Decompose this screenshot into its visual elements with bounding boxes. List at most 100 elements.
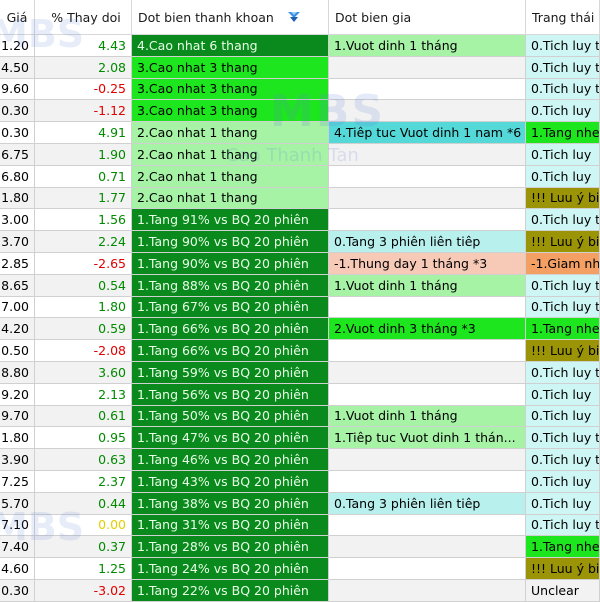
cell-change[interactable]: 1.90 [35,143,132,166]
cell-change[interactable]: 1.80 [35,296,132,319]
cell-status[interactable]: 0.Tich luy t [526,274,600,297]
cell-status[interactable]: 1.Tang nhe [526,318,600,341]
cell-status[interactable]: 0.Tich luy t [526,35,600,57]
cell-price-spike[interactable] [329,340,526,362]
cell-liquidity-spike[interactable]: 1.Tang 67% vs BQ 20 phiên [132,296,329,319]
header-liquidity[interactable]: Dot bien thanh khoan [132,0,329,34]
cell-change[interactable]: 2.13 [35,383,132,406]
cell-price-spike[interactable] [329,296,526,319]
table-row[interactable]: 5.70 0.44 1.Tang 38% vs BQ 20 phiên 0.Tang … [0,492,600,515]
table-row[interactable]: 0.30 -3.02 1.Tang 22% vs BQ 20 phiên Unclea… [0,579,600,602]
cell-liquidity-spike[interactable]: 4.Cao nhat 6 thang [132,35,329,57]
cell-price-spike[interactable]: 0.Tang 3 phiên liên tiêp [329,231,526,253]
table-row[interactable]: 7.40 0.37 1.Tang 28% vs BQ 20 phiên 1.Tang … [0,536,600,559]
cell-price[interactable]: 3.00 [0,209,35,232]
cell-status[interactable]: 1.Tang nhe [526,122,600,144]
cell-change[interactable]: -3.02 [35,579,132,602]
table-row[interactable]: 3.00 1.56 1.Tang 91% vs BQ 20 phiên 0.Tich … [0,209,600,232]
cell-change[interactable]: 2.08 [35,56,132,79]
cell-status[interactable]: Unclear [526,579,600,602]
cell-price[interactable]: 8.80 [0,361,35,384]
cell-liquidity-spike[interactable]: 1.Tang 28% vs BQ 20 phiên [132,536,329,559]
cell-liquidity-spike[interactable]: 1.Tang 88% vs BQ 20 phiên [132,274,329,297]
cell-price-spike[interactable]: 1.Vuot dinh 1 tháng [329,274,526,297]
cell-change[interactable]: 3.60 [35,361,132,384]
cell-liquidity-spike[interactable]: 1.Tang 50% vs BQ 20 phiên [132,405,329,428]
cell-price[interactable]: 8.65 [0,274,35,297]
cell-change[interactable]: 0.61 [35,405,132,428]
cell-status[interactable]: 0.Tich luy [526,405,600,428]
cell-status[interactable]: 0.Tich luy t [526,449,600,471]
cell-price[interactable]: 0.30 [0,579,35,602]
cell-price[interactable]: 0.30 [0,122,35,144]
cell-price[interactable]: 4.50 [0,56,35,79]
cell-change[interactable]: 1.77 [35,187,132,210]
table-row[interactable]: 9.70 0.61 1.Tang 50% vs BQ 20 phiên 1.Vuot … [0,405,600,428]
cell-change[interactable]: -0.25 [35,78,132,101]
cell-price-spike[interactable] [329,579,526,602]
cell-liquidity-spike[interactable]: 1.Tang 90% vs BQ 20 phiên [132,231,329,253]
cell-change[interactable]: -1.12 [35,100,132,123]
cell-status[interactable]: !!! Luu ý bi [526,187,600,210]
cell-price-spike[interactable]: -1.Thung day 1 tháng *3 [329,252,526,275]
cell-price[interactable]: 6.80 [0,165,35,188]
cell-price-spike[interactable] [329,209,526,232]
cell-status[interactable]: 0.Tich luy [526,492,600,515]
cell-price[interactable]: 7.00 [0,296,35,319]
table-row[interactable]: 7.10 0.00 1.Tang 31% vs BQ 20 phiên 0.Tich … [0,514,600,537]
cell-price-spike[interactable] [329,383,526,406]
cell-price-spike[interactable] [329,449,526,471]
cell-price[interactable]: 9.20 [0,383,35,406]
cell-status[interactable]: 0.Tich luy t [526,78,600,101]
table-row[interactable]: 7.25 2.37 1.Tang 43% vs BQ 20 phiên 0.Tich … [0,470,600,493]
cell-price[interactable]: 6.75 [0,143,35,166]
cell-status[interactable]: 0.Tich luy t [526,427,600,450]
cell-change[interactable]: 0.54 [35,274,132,297]
cell-status[interactable]: -1.Giam nh [526,252,600,275]
cell-liquidity-spike[interactable]: 1.Tang 47% vs BQ 20 phiên [132,427,329,450]
cell-status[interactable]: 0.Tich luy t [526,209,600,232]
cell-status[interactable]: 0.Tich luy t [526,361,600,384]
cell-change[interactable]: 2.37 [35,470,132,493]
cell-change[interactable]: 0.59 [35,318,132,341]
table-row[interactable]: 3.70 2.24 1.Tang 90% vs BQ 20 phiên 0.Tang … [0,231,600,253]
header-price-spike[interactable]: Dot bien gia [329,0,526,34]
cell-price-spike[interactable]: 0.Tang 3 phiên liên tiêp [329,492,526,515]
cell-price-spike[interactable] [329,187,526,210]
cell-status[interactable]: 0.Tich luy [526,470,600,493]
cell-change[interactable]: 2.24 [35,231,132,253]
cell-status[interactable]: 0.Tich luy t [526,514,600,537]
cell-price[interactable]: 9.70 [0,405,35,428]
cell-price-spike[interactable]: 1.Vuot dinh 1 tháng [329,405,526,428]
cell-price-spike[interactable] [329,56,526,79]
cell-price-spike[interactable] [329,558,526,580]
cell-price-spike[interactable]: 1.Tiêp tuc Vuot dinh 1 thán... [329,427,526,450]
cell-liquidity-spike[interactable]: 1.Tang 91% vs BQ 20 phiên [132,209,329,232]
cell-price-spike[interactable]: 2.Vuot dinh 3 tháng *3 [329,318,526,341]
table-row[interactable]: 7.00 1.80 1.Tang 67% vs BQ 20 phiên 0.Tich … [0,296,600,319]
cell-liquidity-spike[interactable]: 1.Tang 59% vs BQ 20 phiên [132,361,329,384]
table-row[interactable]: 0.50 -2.08 1.Tang 66% vs BQ 20 phiên !!! Lu… [0,340,600,362]
cell-price-spike[interactable]: 1.Vuot dinh 1 tháng [329,35,526,57]
cell-status[interactable]: !!! Luu ý bi [526,231,600,253]
cell-price-spike[interactable] [329,536,526,559]
cell-price-spike[interactable] [329,470,526,493]
cell-change[interactable]: -2.65 [35,252,132,275]
cell-price[interactable]: 4.20 [0,318,35,341]
table-row[interactable]: 4.60 1.25 1.Tang 24% vs BQ 20 phiên !!! Luu… [0,558,600,580]
cell-price[interactable]: 0.50 [0,340,35,362]
table-row[interactable]: 1.80 1.77 2.Cao nhat 1 thang !!! Luu ý bi [0,187,600,210]
table-row[interactable]: 8.80 3.60 1.Tang 59% vs BQ 20 phiên 0.Tich … [0,361,600,384]
cell-change[interactable]: 0.71 [35,165,132,188]
header-status[interactable]: Trang thái [526,0,600,34]
cell-change[interactable]: -2.08 [35,340,132,362]
cell-liquidity-spike[interactable]: 1.Tang 46% vs BQ 20 phiên [132,449,329,471]
cell-liquidity-spike[interactable]: 3.Cao nhat 3 thang [132,56,329,79]
cell-liquidity-spike[interactable]: 2.Cao nhat 1 thang [132,165,329,188]
table-row[interactable]: 4.20 0.59 1.Tang 66% vs BQ 20 phiên 2.Vuot … [0,318,600,341]
table-row[interactable]: 2.85 -2.65 1.Tang 90% vs BQ 20 phiên -1.Thu… [0,252,600,275]
cell-price[interactable]: 4.60 [0,558,35,580]
cell-price[interactable]: 0.30 [0,100,35,123]
cell-change[interactable]: 4.91 [35,122,132,144]
cell-price[interactable]: 7.25 [0,470,35,493]
